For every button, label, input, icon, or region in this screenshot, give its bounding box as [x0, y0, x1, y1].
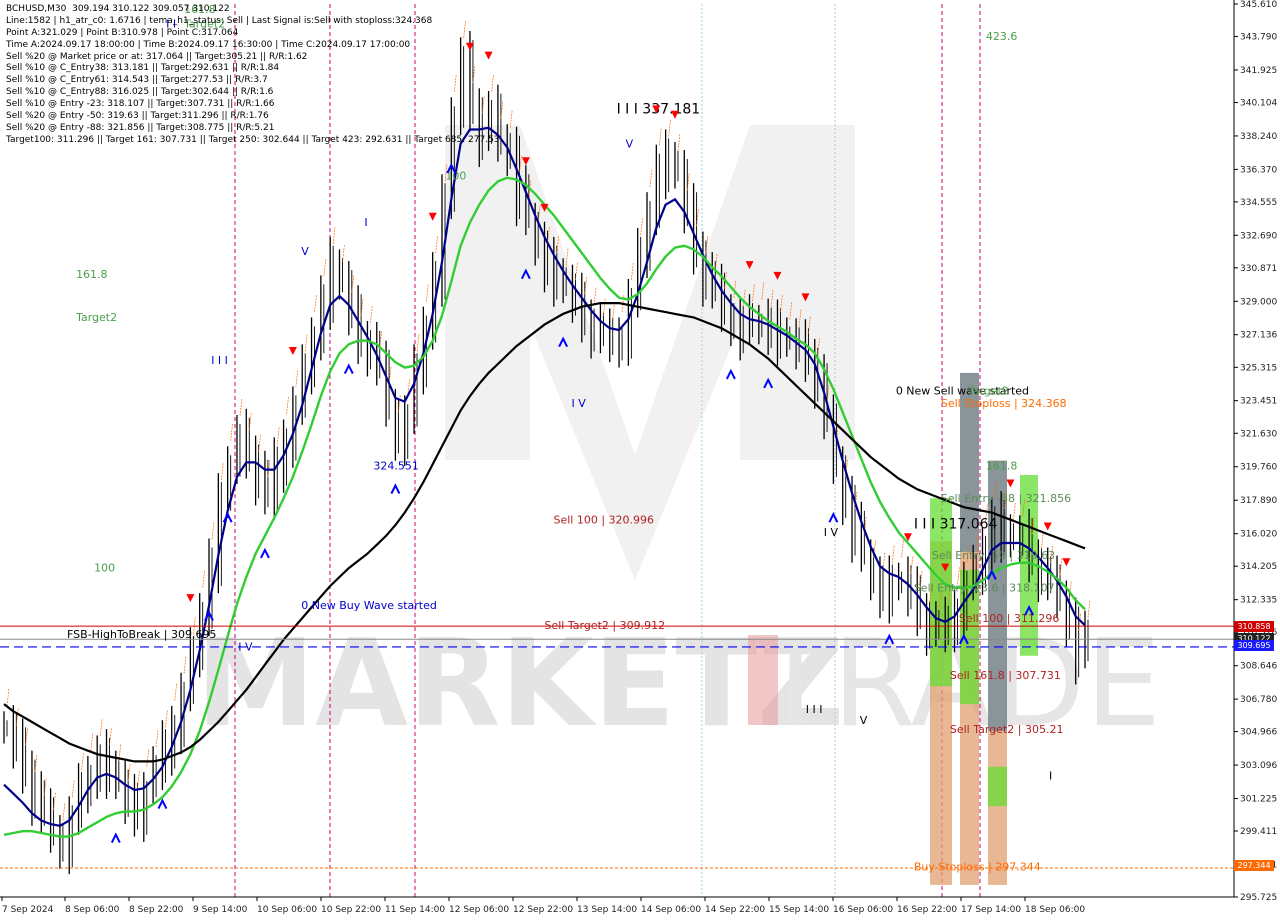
y-tick-label: 343.790 [1240, 33, 1277, 43]
y-tick-label: 304.966 [1240, 728, 1277, 738]
x-tick-label: 14 Sep 22:00 [705, 905, 765, 915]
chart-annotation: FSB-HighToBreak | 309.695 [67, 628, 216, 641]
chart-annotation: V [626, 137, 634, 150]
y-tick-label: 314.205 [1240, 562, 1277, 572]
y-axis: 345.610 343.790 341.925 340.104 338.240 336.3… [1233, 0, 1280, 920]
y-tick-label: 321.630 [1240, 429, 1277, 439]
info-panel: BCHUSD,M30 309.194 310.122 309.057 310.1… [6, 4, 500, 147]
chart-annotation: V [860, 714, 868, 727]
signal-zone [988, 766, 1007, 807]
x-tick-label: 9 Sep 14:00 [193, 905, 248, 915]
chart-annotation: 324.551 [373, 460, 419, 473]
info-line: Sell %20 @ Market price or at: 317.064 |… [6, 51, 308, 62]
y-tick-label: 338.240 [1240, 132, 1277, 142]
info-line: BCHUSD,M30 309.194 310.122 309.057 310.1… [6, 4, 230, 14]
price-tag-orange: 297.344 [1234, 860, 1274, 871]
chart-annotation: V [301, 245, 309, 258]
y-tick-label: 323.451 [1240, 397, 1277, 407]
chart-annotation: I I I 337.181 [617, 101, 701, 117]
chart-annotation: I I I 317.064 [914, 517, 998, 533]
y-tick-label: 319.760 [1240, 463, 1277, 473]
info-line: Point A:321.029 | Point B:310.978 | Poin… [6, 27, 239, 38]
info-line: Sell %20 @ Entry -50: 319.63 || Target:3… [6, 111, 269, 122]
chart-annotation: I [364, 216, 367, 229]
chart-annotation: I I I [806, 703, 823, 716]
price-tag-red: 310.858 [1234, 621, 1274, 632]
x-tick-label: 11 Sep 14:00 [385, 905, 445, 915]
chart-annotation: I [1049, 769, 1052, 782]
y-tick-label: 303.096 [1240, 761, 1277, 771]
price-tag-blue: 309.695 [1234, 640, 1274, 651]
x-tick-label: 18 Sep 06:00 [1025, 905, 1085, 915]
y-tick-label: 336.370 [1240, 165, 1277, 175]
y-tick-label: 341.925 [1240, 66, 1277, 76]
info-line: Sell %20 @ Entry -88: 321.856 || Target:… [6, 122, 275, 133]
x-tick-label: 16 Sep 22:00 [897, 905, 957, 915]
x-tick-label: 15 Sep 14:00 [769, 905, 829, 915]
x-tick-label: 13 Sep 14:00 [577, 905, 637, 915]
watermark-text: MARKETZ [196, 615, 845, 754]
info-line: Sell %10 @ C_Entry88: 316.025 || Target:… [6, 87, 274, 98]
y-tick-label: 340.104 [1240, 99, 1277, 109]
y-tick-label: 306.780 [1240, 695, 1277, 705]
chart-annotation: Target2 [967, 384, 1009, 397]
chart-annotation: 100 [94, 562, 115, 575]
chart-annotation: Buy Stoploss | 297.344 [914, 861, 1041, 874]
y-tick-label: 301.225 [1240, 795, 1277, 805]
y-tick-label: 327.136 [1240, 331, 1277, 341]
chart-annotation: Sell Entry -23.6 | 318.107 [914, 581, 1055, 594]
chart-annotation: 423.6 [986, 30, 1018, 43]
x-tick-label: 10 Sep 22:00 [321, 905, 381, 915]
y-tick-label: 332.690 [1240, 231, 1277, 241]
info-line: Sell %10 @ Entry -23: 318.107 || Target:… [6, 99, 275, 110]
chart-annotation: 0 New Buy Wave started [301, 599, 437, 612]
x-tick-label: 10 Sep 06:00 [257, 905, 317, 915]
y-tick-label: 329.000 [1240, 297, 1277, 307]
x-tick-label: 16 Sep 06:00 [833, 905, 893, 915]
chart-annotation: Target2 [75, 311, 117, 324]
info-line: Target100: 311.296 || Target 161: 307.73… [6, 134, 500, 145]
chart-annotation: Sell Target2 | 305.21 [950, 723, 1064, 736]
info-line: Sell %10 @ C_Entry38: 313.181 || Target:… [6, 63, 280, 74]
x-tick-label: 12 Sep 06:00 [449, 905, 509, 915]
y-tick-label: 334.555 [1240, 198, 1277, 208]
watermark-i-bar [748, 635, 778, 725]
y-tick-label: 308.646 [1240, 662, 1277, 672]
x-tick-label: 7 Sep 2024 [2, 905, 54, 915]
y-tick-label: 312.335 [1240, 596, 1277, 606]
y-tick-label: 330.871 [1240, 264, 1277, 274]
y-tick-label: 345.610 [1240, 0, 1277, 10]
x-tick-label: 17 Sep 14:00 [961, 905, 1021, 915]
info-line: Sell %10 @ C_Entry61: 314.543 || Target:… [6, 75, 268, 86]
chart-annotation: Sell 100 | 320.996 [554, 513, 655, 526]
chart-annotation: I V [238, 640, 253, 653]
y-tick-label: 316.020 [1240, 530, 1277, 540]
y-tick-label: 317.890 [1240, 496, 1277, 506]
chart-annotation: Sell 100 | 311.296 [959, 612, 1060, 625]
x-tick-label: 8 Sep 06:00 [65, 905, 120, 915]
chart-annotation: Sell Entry -50 | 319.63 [932, 549, 1055, 562]
info-line: Time A:2024.09.17 18:00:00 | Time B:2024… [6, 39, 411, 50]
y-tick-label: 295.725 [1240, 893, 1277, 903]
x-tick-label: 8 Sep 22:00 [129, 905, 184, 915]
info-line: Line:1582 | h1_atr_c0: 1.6716 | tema_h1_… [6, 15, 433, 26]
y-tick-label: 325.315 [1240, 363, 1277, 373]
chart-annotation: I I I [211, 354, 228, 367]
chart-annotation: 161.8 [986, 460, 1018, 473]
chart-annotation: I V [824, 526, 839, 539]
chart-annotation: Sell Stoploss | 324.368 [941, 397, 1067, 410]
x-tick-label: 12 Sep 22:00 [513, 905, 573, 915]
chart-annotation: 161.8 [76, 268, 108, 281]
chart-annotation: 0 New Sell wave started [896, 384, 1029, 397]
chart-annotation: Sell 161.8 | 307.731 [950, 669, 1061, 682]
chart-annotation: I V [572, 397, 587, 410]
y-tick-label: 299.411 [1240, 827, 1277, 837]
x-tick-label: 14 Sep 06:00 [641, 905, 701, 915]
chart-annotation: Sell Target2 | 309.912 [545, 619, 666, 632]
chart-annotation: Sell Entry -88 | 321.856 [941, 492, 1071, 505]
